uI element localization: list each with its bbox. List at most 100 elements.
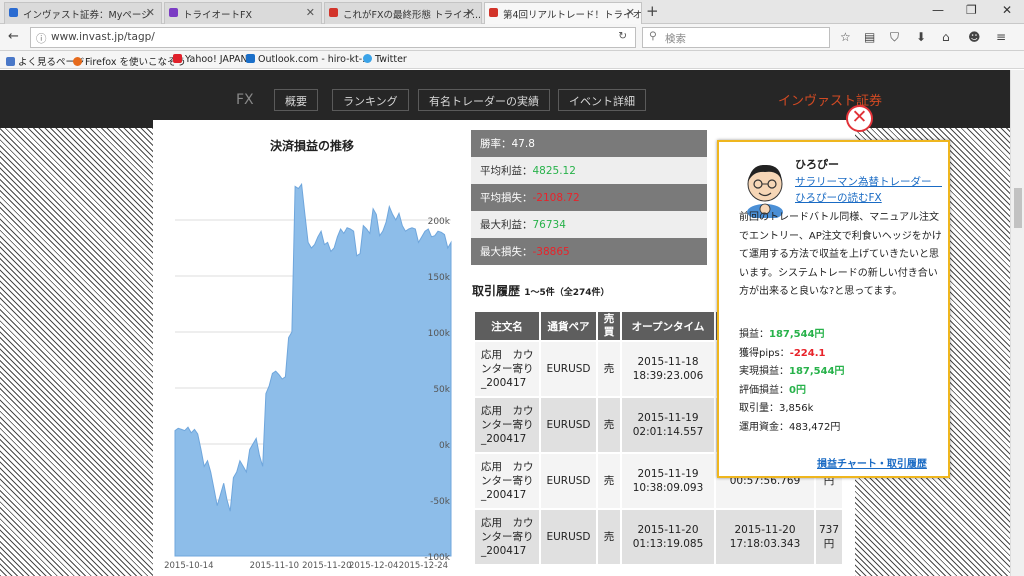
download-icon[interactable]: ⬇ (916, 30, 926, 44)
col-pair[interactable]: 通貨ペア (539, 310, 598, 342)
nav-famous-traders[interactable]: 有名トレーダーの実績 (418, 89, 550, 111)
close-icon[interactable]: ✕ (306, 6, 315, 19)
restore-icon[interactable]: ❐ (966, 3, 977, 17)
outlook-icon (246, 54, 255, 63)
cell-pair: EURUSD (539, 396, 598, 454)
trader-blog-link[interactable]: サラリーマン為替トレーダー ひろぴーの読むFX (795, 174, 945, 206)
cell-order-name: 応用 カウンター寄り_200417 (473, 396, 541, 454)
firefox-icon (73, 57, 82, 66)
new-tab-plus-icon[interactable]: + (646, 2, 659, 20)
tab-title: インヴァスト証券：Myページ (23, 10, 151, 21)
close-icon[interactable]: ✕ (626, 6, 635, 19)
cell-side: 売 (596, 452, 622, 510)
cell-open-time: 2015-11-19 10:38:09.093 (620, 452, 716, 510)
y-tick-label: 150k (428, 273, 451, 283)
browser-tab-3[interactable]: これがFXの最終形態 トライオ... ✕ (324, 2, 482, 24)
bookmark-item[interactable]: Yahoo! JAPAN (173, 54, 248, 65)
page-scrollbar[interactable] (1010, 70, 1024, 576)
col-order-name[interactable]: 注文名 (473, 310, 541, 342)
window-close-icon[interactable]: ✕ (1002, 3, 1012, 17)
y-tick-label: -50k (430, 497, 451, 507)
x-tick-label: 2015-12-04 (349, 561, 398, 571)
address-bar[interactable]: ⓘ www.invast.jp/tagp/ ↻ (30, 27, 636, 48)
bookmark-icon (6, 57, 15, 66)
site-logo[interactable]: FX (236, 92, 254, 108)
browser-tab-4[interactable]: 第4回リアルトレード！トライオートF... ✕ (484, 2, 642, 24)
cell-order-name: 応用 カウンター寄り_200417 (473, 340, 541, 398)
twitter-icon (363, 54, 372, 63)
back-arrow-icon[interactable]: ← (8, 29, 19, 44)
nav-overview[interactable]: 概要 (274, 89, 318, 111)
trader-stat-label: 実現損益： (739, 366, 789, 377)
cell-open-time: 2015-11-18 18:39:23.006 (620, 340, 716, 398)
trader-stat-line: 取引量：3,856k (739, 400, 845, 419)
trader-stat-label: 運用資金： (739, 421, 789, 433)
stat-max-profit: 最大利益：76734 (471, 211, 707, 238)
url-text: www.invast.jp/tagp/ (51, 31, 155, 43)
tab-favicon (329, 8, 338, 17)
cell-pair: EURUSD (539, 452, 598, 510)
cell-side: 売 (596, 340, 622, 398)
star-bookmark-icon[interactable]: ☆ (840, 30, 851, 44)
reading-list-icon[interactable]: ▤ (864, 30, 875, 44)
pl-chart-history-link[interactable]: 損益チャート・取引履歴 (817, 455, 927, 470)
col-open-time[interactable]: オープンタイム (620, 310, 716, 342)
smiley-icon[interactable]: ☻ (968, 30, 981, 44)
trader-stat-label: 評価損益： (739, 384, 789, 396)
tab-favicon (489, 8, 498, 17)
browser-nav-bar: ← ⓘ www.invast.jp/tagp/ ↻ ⚲ 検索 ☆ ▤ ⛉ ⬇ ⌂… (0, 24, 1024, 51)
cell-side: 売 (596, 396, 622, 454)
x-tick-label: 2015-12-24 (399, 561, 448, 571)
trader-popup: ✕ ひろぴー サラリーマン為替トレーダー ひろぴーの読むFX 前回のトレードバト… (717, 105, 950, 478)
home-icon[interactable]: ⌂ (942, 30, 950, 44)
table-row: 応用 カウンター寄り_200417 EURUSD 売 2015-11-20 01:13… (473, 508, 844, 566)
yahoo-icon (173, 54, 182, 63)
pocket-icon[interactable]: ⛉ (890, 30, 899, 45)
cell-pl: 737円 (814, 508, 844, 566)
chart-title: 決済損益の推移 (270, 139, 355, 153)
minimize-icon[interactable]: — (932, 3, 944, 17)
browser-tab-2[interactable]: トライオートFX ✕ (164, 2, 322, 24)
history-count: 1～5件（全274件） (524, 288, 610, 298)
bookmark-item[interactable]: Twitter (363, 54, 407, 65)
trader-stat-value: 187,544円 (789, 366, 845, 377)
trader-description: 前回のトレードバトル同様、マニュアル注文でエントリー、AP注文で利食いヘッジをか… (739, 212, 942, 297)
bookmark-item[interactable]: Firefox を使いこなそう (73, 54, 186, 68)
trader-stat-line: 評価損益：0円 (739, 382, 845, 401)
cell-pair: EURUSD (539, 340, 598, 398)
search-input[interactable]: ⚲ 検索 (642, 27, 830, 48)
y-tick-label: 0k (439, 441, 451, 451)
y-tick-label: 200k (428, 217, 451, 227)
search-icon: ⚲ (649, 30, 657, 42)
browser-tab-1[interactable]: インヴァスト証券：Myページ ✕ (4, 2, 162, 24)
close-icon[interactable]: ✕ (146, 6, 155, 19)
trader-stat-value: 0円 (789, 384, 806, 396)
col-side[interactable]: 売買 (596, 310, 622, 342)
page-viewport: FX 概要 ランキング 有名トレーダーの実績 イベント詳細 インヴァスト証券 決… (0, 70, 1010, 576)
pl-chart: 200k150k100k50k0k-50k-100k2015-10-14 2015… (164, 182, 452, 571)
trader-stat-value: 483,472円 (789, 421, 841, 433)
stat-avg-profit: 平均利益：4825.12 (471, 157, 707, 184)
cell-open-time: 2015-11-20 01:13:19.085 (620, 508, 716, 566)
menu-icon[interactable]: ≡ (996, 30, 1006, 44)
stat-avg-loss: 平均損失：-2108.72 (471, 184, 707, 211)
tab-favicon (9, 8, 18, 17)
y-tick-label: 100k (428, 329, 451, 339)
close-icon[interactable]: ✕ (466, 6, 475, 19)
cell-pair: EURUSD (539, 508, 598, 566)
trader-stat-line: 獲得pips：-224.1 (739, 345, 845, 364)
trader-stat-value: -224.1 (789, 347, 826, 359)
trader-stat-label: 獲得pips： (739, 347, 790, 359)
tab-title: これがFXの最終形態 トライオ... (343, 10, 482, 21)
site-info-icon[interactable]: ⓘ (36, 31, 47, 46)
cell-side: 売 (596, 508, 622, 566)
scrollbar-thumb[interactable] (1014, 188, 1022, 228)
reload-icon[interactable]: ↻ (618, 30, 627, 42)
close-icon[interactable]: ✕ (846, 105, 873, 132)
cell-order-name: 応用 カウンター寄り_200417 (473, 508, 541, 566)
nav-ranking[interactable]: ランキング (332, 89, 409, 111)
bookmark-item[interactable]: Outlook.com - hiro-kt-... (246, 54, 371, 65)
trader-stat-line: 損益：187,544円 (739, 326, 845, 345)
nav-event-details[interactable]: イベント詳細 (558, 89, 646, 111)
cell-open-time: 2015-11-19 02:01:14.557 (620, 396, 716, 454)
